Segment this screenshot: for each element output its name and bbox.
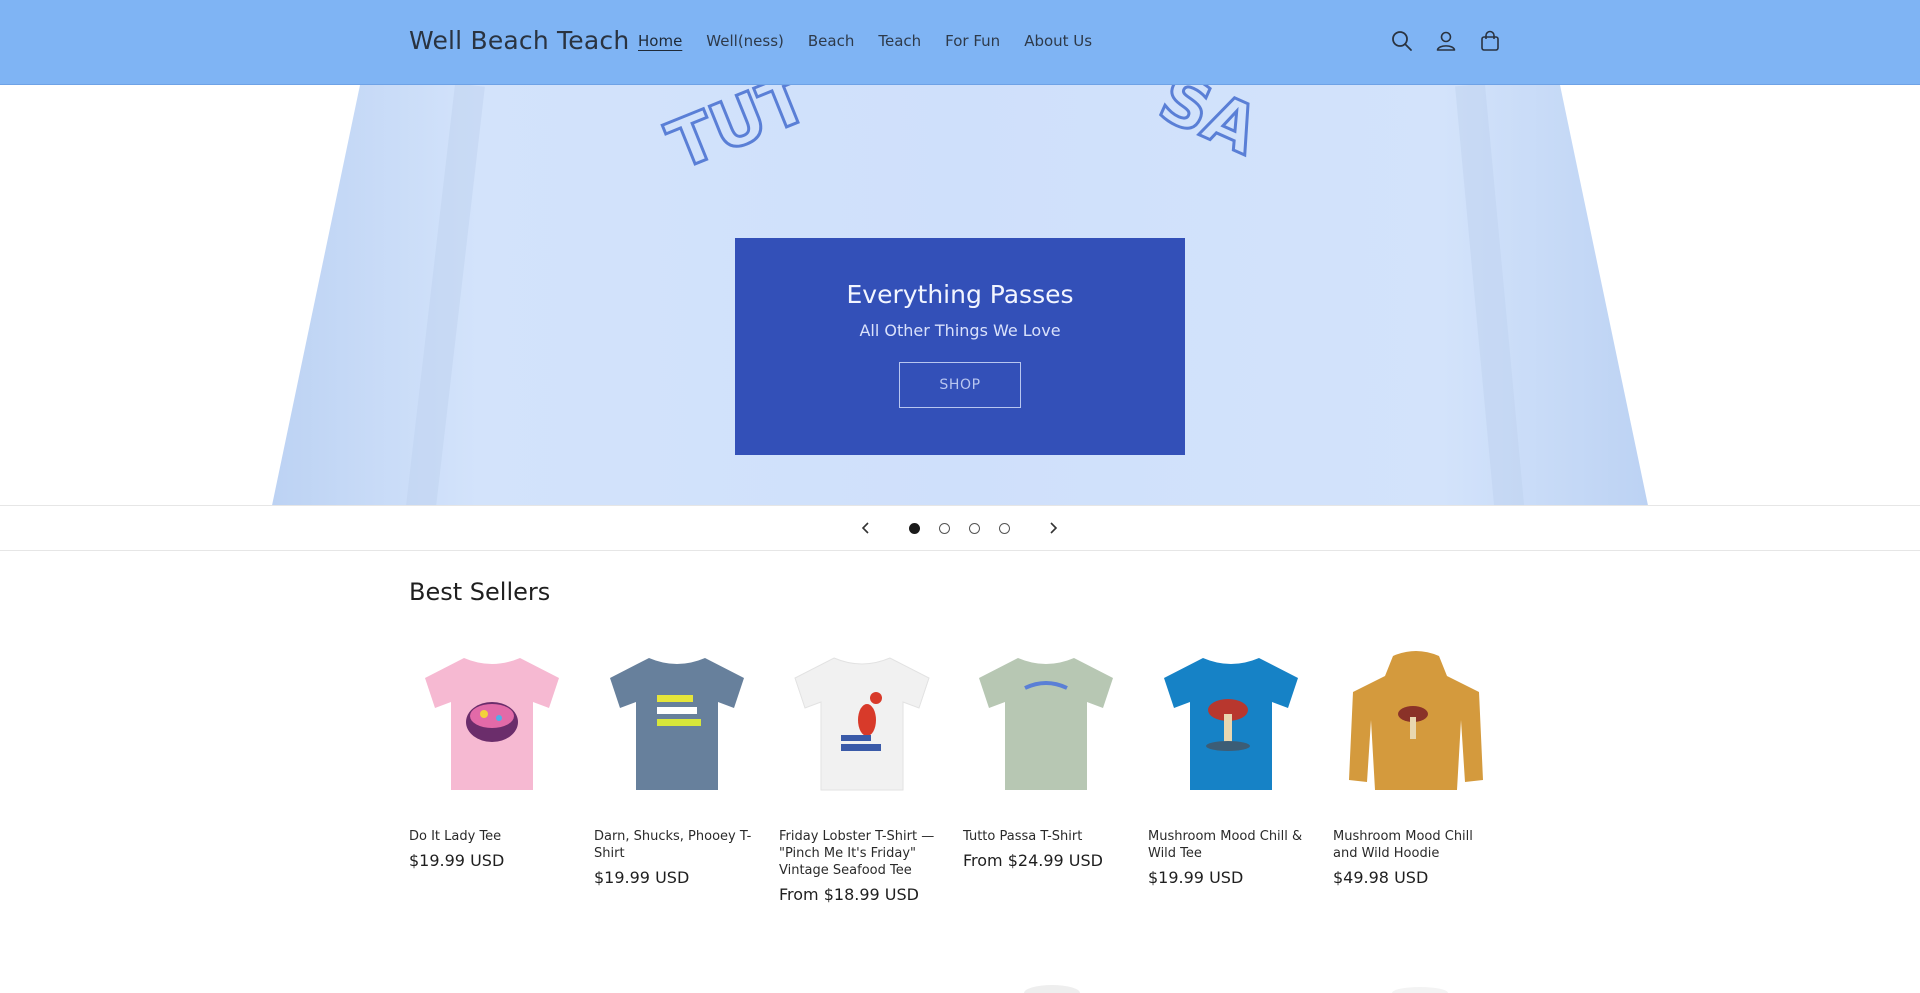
hero-subtitle: All Other Things We Love (859, 321, 1061, 340)
product-card[interactable]: Darn, Shucks, Phooey T-Shirt $19.99 USD (594, 640, 760, 887)
site-header: Well Beach Teach Home Well(ness) Beach T… (0, 0, 1920, 85)
best-sellers-heading: Best Sellers (409, 578, 551, 606)
product-image[interactable] (409, 640, 575, 806)
hero-banner: Everything Passes All Other Things We Lo… (735, 238, 1185, 455)
product-card[interactable]: Friday Lobster T-Shirt — "Pinch Me It's … (779, 640, 945, 904)
nav-for-fun[interactable]: For Fun (945, 32, 1000, 50)
product-image[interactable] (594, 640, 760, 806)
product-card[interactable]: Do It Lady Tee $19.99 USD (409, 640, 575, 870)
nav-teach[interactable]: Teach (878, 32, 921, 50)
nav-home[interactable]: Home (638, 32, 682, 50)
slide-dot-2[interactable] (939, 523, 950, 534)
slideshow-controls (0, 505, 1920, 551)
product-name[interactable]: Friday Lobster T-Shirt — "Pinch Me It's … (779, 828, 945, 879)
nav-about-us[interactable]: About Us (1024, 32, 1092, 50)
hero-slideshow: TUT SA Everything Passes All Other Thing… (0, 85, 1920, 505)
product-image[interactable] (779, 640, 945, 806)
site-logo[interactable]: Well Beach Teach (409, 26, 629, 55)
search-icon[interactable] (1390, 28, 1414, 54)
slide-dot-1[interactable] (909, 523, 920, 534)
product-image[interactable] (1333, 640, 1499, 806)
product-name[interactable]: Tutto Passa T-Shirt (963, 828, 1129, 845)
product-name[interactable]: Mushroom Mood Chill & Wild Tee (1148, 828, 1314, 862)
nav-wellness[interactable]: Well(ness) (706, 32, 784, 50)
product-price: $19.99 USD (1148, 868, 1244, 887)
slide-dot-3[interactable] (969, 523, 980, 534)
product-image[interactable] (1148, 640, 1314, 806)
chevron-left-icon[interactable] (856, 518, 876, 538)
product-name[interactable]: Darn, Shucks, Phooey T-Shirt (594, 828, 760, 862)
product-price: $19.99 USD (409, 851, 505, 870)
product-card[interactable]: Mushroom Mood Chill and Wild Hoodie $49.… (1333, 640, 1499, 887)
product-price: $19.99 USD (594, 868, 690, 887)
account-icon[interactable] (1434, 28, 1458, 54)
product-price: $49.98 USD (1333, 868, 1429, 887)
slide-dot-4[interactable] (999, 523, 1010, 534)
product-image[interactable] (963, 640, 1129, 806)
product-card[interactable]: Tutto Passa T-Shirt From $24.99 USD (963, 640, 1129, 870)
product-name[interactable]: Do It Lady Tee (409, 828, 575, 845)
nav-beach[interactable]: Beach (808, 32, 854, 50)
header-icons (1390, 28, 1502, 54)
product-card[interactable]: Mushroom Mood Chill & Wild Tee $19.99 US… (1148, 640, 1314, 887)
chevron-right-icon[interactable] (1043, 518, 1063, 538)
main-nav: Home Well(ness) Beach Teach For Fun Abou… (638, 32, 1116, 50)
cart-icon[interactable] (1478, 28, 1502, 54)
hero-title: Everything Passes (846, 280, 1074, 309)
product-price: From $18.99 USD (779, 885, 919, 904)
shop-button[interactable]: SHOP (899, 362, 1021, 408)
product-price: From $24.99 USD (963, 851, 1103, 870)
product-name[interactable]: Mushroom Mood Chill and Wild Hoodie (1333, 828, 1499, 862)
next-section-preview (0, 970, 1920, 993)
